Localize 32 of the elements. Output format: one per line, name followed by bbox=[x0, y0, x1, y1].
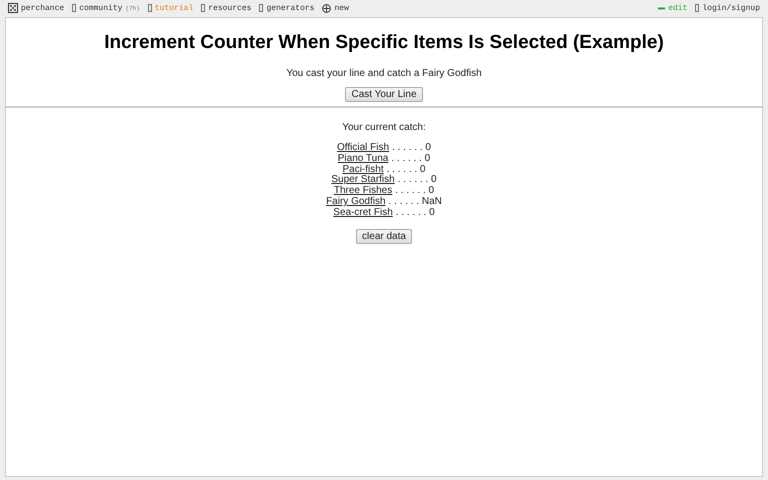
result-text: You cast your line and catch a Fairy Godfish bbox=[286, 68, 482, 79]
fish-count: . . . . . . 0 bbox=[398, 175, 437, 186]
nav-link[interactable]: resources bbox=[208, 4, 252, 12]
clear-button[interactable]: clear data bbox=[356, 228, 412, 244]
nav-link[interactable]: login/signup bbox=[702, 4, 760, 12]
fish-name: Three Fishes bbox=[334, 186, 392, 196]
box-icon bbox=[695, 4, 700, 12]
fish-name: Paci-fisht bbox=[342, 164, 384, 175]
box-icon bbox=[72, 4, 76, 12]
fish-count: . . . . . . 0 bbox=[391, 154, 430, 165]
fish-name: Official Fish bbox=[337, 143, 390, 154]
fish-name: Super Starfish bbox=[331, 175, 395, 186]
box-icon bbox=[201, 4, 206, 12]
box-icon bbox=[259, 4, 264, 12]
fish-name: Piano Tuna bbox=[338, 154, 388, 164]
fish-count: . . . . . . 0 bbox=[386, 164, 426, 175]
fish-name: Sea-cret Fish bbox=[333, 208, 393, 219]
plus-circle-icon bbox=[322, 4, 332, 12]
catch-heading: Your current catch: bbox=[342, 122, 426, 133]
nav-link[interactable]: community bbox=[79, 4, 122, 12]
fish-count: . . . . . . 0 bbox=[395, 186, 434, 197]
cast-button[interactable]: Cast Your Line bbox=[345, 87, 423, 102]
dice-icon bbox=[8, 3, 18, 13]
fish-name: Fairy Godfish bbox=[326, 196, 386, 208]
page-title: Increment Counter When Specific Items Is Selected (Example) bbox=[104, 32, 664, 54]
nav-link[interactable]: perchance bbox=[21, 4, 64, 12]
fish-count: . . . . . . 0 bbox=[396, 208, 435, 219]
fish-count: . . . . . . 0 bbox=[392, 143, 431, 154]
nav-link[interactable]: new bbox=[334, 4, 349, 12]
nav-link[interactable]: generators bbox=[266, 4, 314, 12]
box-icon bbox=[148, 4, 152, 12]
fish-count: . . . . . . NaN bbox=[388, 196, 442, 208]
